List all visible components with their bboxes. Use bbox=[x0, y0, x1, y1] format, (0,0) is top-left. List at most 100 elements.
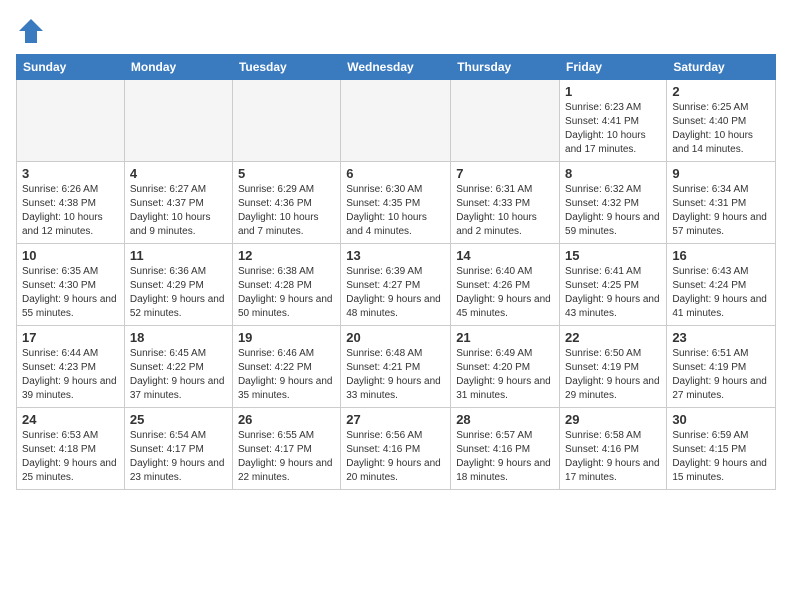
calendar-cell: 17 Sunrise: 6:44 AM Sunset: 4:23 PM Dayli… bbox=[17, 326, 125, 408]
day-number: 19 bbox=[238, 330, 335, 345]
calendar-cell: 14 Sunrise: 6:40 AM Sunset: 4:26 PM Dayli… bbox=[451, 244, 560, 326]
day-number: 24 bbox=[22, 412, 119, 427]
day-number: 9 bbox=[672, 166, 770, 181]
day-detail: Sunrise: 6:58 AM Sunset: 4:16 PM Dayligh… bbox=[565, 429, 661, 485]
calendar-cell: 29 Sunrise: 6:58 AM Sunset: 4:16 PM Dayli… bbox=[560, 408, 667, 490]
day-detail: Sunrise: 6:39 AM Sunset: 4:27 PM Dayligh… bbox=[346, 265, 445, 321]
day-number: 16 bbox=[672, 248, 770, 263]
day-detail: Sunrise: 6:29 AM Sunset: 4:36 PM Dayligh… bbox=[238, 183, 335, 239]
day-detail: Sunrise: 6:41 AM Sunset: 4:25 PM Dayligh… bbox=[565, 265, 661, 321]
day-number: 18 bbox=[130, 330, 227, 345]
calendar-cell: 8 Sunrise: 6:32 AM Sunset: 4:32 PM Daylig… bbox=[560, 162, 667, 244]
day-number: 26 bbox=[238, 412, 335, 427]
day-number: 3 bbox=[22, 166, 119, 181]
calendar-header-saturday: Saturday bbox=[667, 55, 776, 80]
calendar-body: 1 Sunrise: 6:23 AM Sunset: 4:41 PM Daylig… bbox=[17, 80, 776, 490]
calendar-cell: 2 Sunrise: 6:25 AM Sunset: 4:40 PM Daylig… bbox=[667, 80, 776, 162]
day-detail: Sunrise: 6:46 AM Sunset: 4:22 PM Dayligh… bbox=[238, 347, 335, 403]
calendar-header-row: SundayMondayTuesdayWednesdayThursdayFrid… bbox=[17, 55, 776, 80]
calendar-cell: 20 Sunrise: 6:48 AM Sunset: 4:21 PM Dayli… bbox=[341, 326, 451, 408]
calendar-cell: 6 Sunrise: 6:30 AM Sunset: 4:35 PM Daylig… bbox=[341, 162, 451, 244]
calendar-cell bbox=[124, 80, 232, 162]
calendar-table: SundayMondayTuesdayWednesdayThursdayFrid… bbox=[16, 54, 776, 490]
calendar-cell: 3 Sunrise: 6:26 AM Sunset: 4:38 PM Daylig… bbox=[17, 162, 125, 244]
day-detail: Sunrise: 6:54 AM Sunset: 4:17 PM Dayligh… bbox=[130, 429, 227, 485]
calendar-cell: 26 Sunrise: 6:55 AM Sunset: 4:17 PM Dayli… bbox=[232, 408, 340, 490]
calendar-cell: 22 Sunrise: 6:50 AM Sunset: 4:19 PM Dayli… bbox=[560, 326, 667, 408]
day-number: 30 bbox=[672, 412, 770, 427]
day-detail: Sunrise: 6:49 AM Sunset: 4:20 PM Dayligh… bbox=[456, 347, 554, 403]
day-number: 5 bbox=[238, 166, 335, 181]
day-detail: Sunrise: 6:26 AM Sunset: 4:38 PM Dayligh… bbox=[22, 183, 119, 239]
day-number: 23 bbox=[672, 330, 770, 345]
calendar-cell: 30 Sunrise: 6:59 AM Sunset: 4:15 PM Dayli… bbox=[667, 408, 776, 490]
day-detail: Sunrise: 6:25 AM Sunset: 4:40 PM Dayligh… bbox=[672, 101, 770, 157]
calendar-cell: 21 Sunrise: 6:49 AM Sunset: 4:20 PM Dayli… bbox=[451, 326, 560, 408]
calendar-cell: 11Sunrise: 6:36 AM Sunset: 4:29 PM Dayli… bbox=[124, 244, 232, 326]
calendar-week-5: 24Sunrise: 6:53 AM Sunset: 4:18 PM Dayli… bbox=[17, 408, 776, 490]
calendar-cell: 15 Sunrise: 6:41 AM Sunset: 4:25 PM Dayli… bbox=[560, 244, 667, 326]
day-detail: Sunrise: 6:40 AM Sunset: 4:26 PM Dayligh… bbox=[456, 265, 554, 321]
calendar-week-4: 17 Sunrise: 6:44 AM Sunset: 4:23 PM Dayli… bbox=[17, 326, 776, 408]
day-detail: Sunrise: 6:43 AM Sunset: 4:24 PM Dayligh… bbox=[672, 265, 770, 321]
day-number: 11 bbox=[130, 248, 227, 263]
day-number: 14 bbox=[456, 248, 554, 263]
day-detail: Sunrise: 6:34 AM Sunset: 4:31 PM Dayligh… bbox=[672, 183, 770, 239]
day-number: 13 bbox=[346, 248, 445, 263]
day-detail: Sunrise: 6:31 AM Sunset: 4:33 PM Dayligh… bbox=[456, 183, 554, 239]
calendar-week-1: 1 Sunrise: 6:23 AM Sunset: 4:41 PM Daylig… bbox=[17, 80, 776, 162]
calendar-cell: 5 Sunrise: 6:29 AM Sunset: 4:36 PM Daylig… bbox=[232, 162, 340, 244]
calendar-week-2: 3 Sunrise: 6:26 AM Sunset: 4:38 PM Daylig… bbox=[17, 162, 776, 244]
day-number: 2 bbox=[672, 84, 770, 99]
day-detail: Sunrise: 6:32 AM Sunset: 4:32 PM Dayligh… bbox=[565, 183, 661, 239]
day-number: 22 bbox=[565, 330, 661, 345]
day-number: 29 bbox=[565, 412, 661, 427]
calendar-cell: 1 Sunrise: 6:23 AM Sunset: 4:41 PM Daylig… bbox=[560, 80, 667, 162]
day-detail: Sunrise: 6:56 AM Sunset: 4:16 PM Dayligh… bbox=[346, 429, 445, 485]
day-detail: Sunrise: 6:23 AM Sunset: 4:41 PM Dayligh… bbox=[565, 101, 661, 157]
day-detail: Sunrise: 6:57 AM Sunset: 4:16 PM Dayligh… bbox=[456, 429, 554, 485]
day-number: 15 bbox=[565, 248, 661, 263]
day-detail: Sunrise: 6:27 AM Sunset: 4:37 PM Dayligh… bbox=[130, 183, 227, 239]
calendar-header-wednesday: Wednesday bbox=[341, 55, 451, 80]
calendar-header-monday: Monday bbox=[124, 55, 232, 80]
calendar-cell: 24Sunrise: 6:53 AM Sunset: 4:18 PM Dayli… bbox=[17, 408, 125, 490]
day-detail: Sunrise: 6:38 AM Sunset: 4:28 PM Dayligh… bbox=[238, 265, 335, 321]
calendar-header-sunday: Sunday bbox=[17, 55, 125, 80]
day-number: 7 bbox=[456, 166, 554, 181]
calendar-cell: 10 Sunrise: 6:35 AM Sunset: 4:30 PM Dayli… bbox=[17, 244, 125, 326]
day-number: 1 bbox=[565, 84, 661, 99]
day-number: 8 bbox=[565, 166, 661, 181]
day-detail: Sunrise: 6:45 AM Sunset: 4:22 PM Dayligh… bbox=[130, 347, 227, 403]
day-detail: Sunrise: 6:35 AM Sunset: 4:30 PM Dayligh… bbox=[22, 265, 119, 321]
calendar-cell: 23Sunrise: 6:51 AM Sunset: 4:19 PM Dayli… bbox=[667, 326, 776, 408]
calendar-cell: 13 Sunrise: 6:39 AM Sunset: 4:27 PM Dayli… bbox=[341, 244, 451, 326]
calendar-cell bbox=[451, 80, 560, 162]
day-number: 17 bbox=[22, 330, 119, 345]
day-number: 6 bbox=[346, 166, 445, 181]
day-number: 21 bbox=[456, 330, 554, 345]
day-detail: Sunrise: 6:59 AM Sunset: 4:15 PM Dayligh… bbox=[672, 429, 770, 485]
calendar-cell: 18 Sunrise: 6:45 AM Sunset: 4:22 PM Dayli… bbox=[124, 326, 232, 408]
day-number: 20 bbox=[346, 330, 445, 345]
calendar-header-tuesday: Tuesday bbox=[232, 55, 340, 80]
logo-icon bbox=[16, 16, 46, 46]
calendar-cell: 25 Sunrise: 6:54 AM Sunset: 4:17 PM Dayli… bbox=[124, 408, 232, 490]
day-number: 28 bbox=[456, 412, 554, 427]
calendar-cell bbox=[341, 80, 451, 162]
day-detail: Sunrise: 6:44 AM Sunset: 4:23 PM Dayligh… bbox=[22, 347, 119, 403]
day-number: 10 bbox=[22, 248, 119, 263]
day-number: 25 bbox=[130, 412, 227, 427]
day-detail: Sunrise: 6:30 AM Sunset: 4:35 PM Dayligh… bbox=[346, 183, 445, 239]
day-number: 12 bbox=[238, 248, 335, 263]
calendar-cell bbox=[232, 80, 340, 162]
calendar-cell: 7 Sunrise: 6:31 AM Sunset: 4:33 PM Daylig… bbox=[451, 162, 560, 244]
calendar-cell: 28 Sunrise: 6:57 AM Sunset: 4:16 PM Dayli… bbox=[451, 408, 560, 490]
calendar-cell: 16 Sunrise: 6:43 AM Sunset: 4:24 PM Dayli… bbox=[667, 244, 776, 326]
calendar-header-thursday: Thursday bbox=[451, 55, 560, 80]
day-detail: Sunrise: 6:55 AM Sunset: 4:17 PM Dayligh… bbox=[238, 429, 335, 485]
day-detail: Sunrise: 6:48 AM Sunset: 4:21 PM Dayligh… bbox=[346, 347, 445, 403]
calendar-week-3: 10 Sunrise: 6:35 AM Sunset: 4:30 PM Dayli… bbox=[17, 244, 776, 326]
day-detail: Sunrise: 6:50 AM Sunset: 4:19 PM Dayligh… bbox=[565, 347, 661, 403]
header bbox=[16, 16, 776, 46]
